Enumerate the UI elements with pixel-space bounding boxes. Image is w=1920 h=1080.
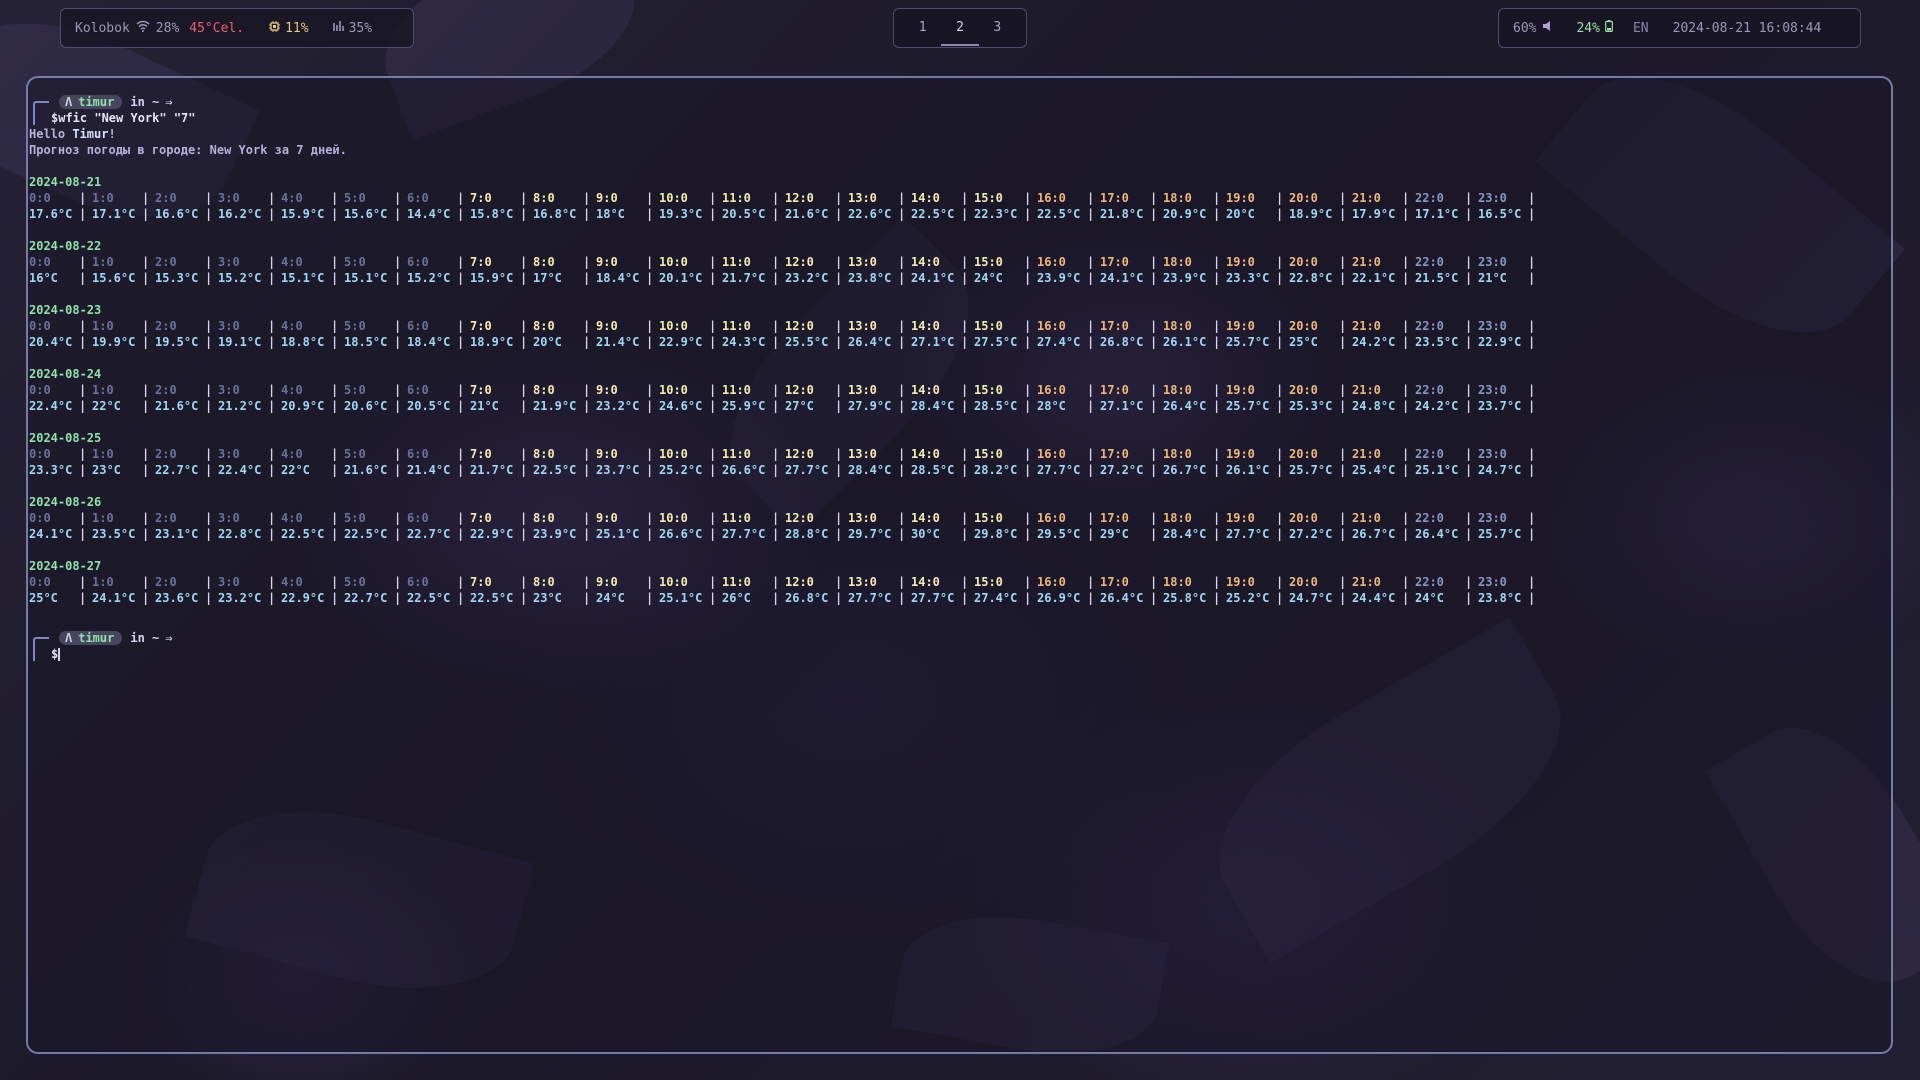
temps-row: 16°C 15.6°C 15.3°C 15.2°C 15.1°C 15.1°C 15.2°C… (29, 270, 1881, 286)
cpu-usage: 11% (268, 20, 309, 37)
forecast-line: Прогноз погоды в городе: New York за 7 д… (29, 143, 347, 157)
speaker-icon (1542, 20, 1554, 36)
command-line: $wfic "New York" "7" (51, 111, 196, 125)
forecast-date: 2024-08-21 (29, 175, 102, 189)
prompt-user: timur (78, 631, 115, 645)
hello-suffix: ! (108, 127, 116, 141)
network-name: Kolobok (75, 20, 130, 36)
battery-status: 24% (1576, 20, 1613, 36)
temps-row: 24.1°C 23.5°C 23.1°C 22.8°C 22.5°C 22.5°C 22.7… (29, 526, 1881, 542)
forecast-day: 2024-08-21 0:0 1:0 2:0 3:0 4:0 5:0 6:0 7:0 8:0 9:0… (29, 174, 1881, 222)
forecast-date: 2024-08-27 (29, 559, 102, 573)
temps-row: 23.3°C 23°C 22.7°C 22.4°C 22°C 21.6°C 21.4°C 21… (29, 462, 1881, 478)
memory-value: 35% (348, 20, 373, 36)
forecast-date: 2024-08-26 (29, 495, 102, 509)
prompt-corner (33, 637, 49, 661)
temps-row: 22.4°C 22°C 21.6°C 21.2°C 20.9°C 20.6°C 20.5°C… (29, 398, 1881, 414)
cpu-icon (268, 20, 281, 37)
hello-line: Hello Timur! (29, 126, 1881, 142)
layout-value: EN (1632, 20, 1649, 36)
status-bar-right: 60% 24% EN 2024-08-21 16:08:44 (1498, 8, 1861, 48)
text-cursor (58, 648, 61, 661)
prompt-directory: in ~ (130, 95, 160, 109)
forecast-day: 2024-08-27 0:0 1:0 2:0 3:0 4:0 5:0 6:0 7:0 8:0 9:0… (29, 558, 1881, 606)
hours-row: 0:0 1:0 2:0 3:0 4:0 5:0 6:0 7:0 8:0 9:0 10:0 11:0 12… (29, 446, 1881, 462)
cpu-temperature: 45°Cel. (189, 21, 244, 36)
prompt-arrow: ⇒ (165, 95, 173, 109)
workspace-1[interactable]: 1 (904, 10, 941, 46)
forecast-day: 2024-08-25 0:0 1:0 2:0 3:0 4:0 5:0 6:0 7:0 8:0 9:0… (29, 430, 1881, 478)
hours-row: 0:0 1:0 2:0 3:0 4:0 5:0 6:0 7:0 8:0 9:0 10:0 11:0 12… (29, 574, 1881, 590)
input-line[interactable]: $ (29, 646, 1881, 662)
status-bar-left: Kolobok 28% 45°Cel. 11% 35% (60, 8, 414, 48)
temps-row: 20.4°C 19.9°C 19.5°C 19.1°C 18.8°C 18.5°C 18.4… (29, 334, 1881, 350)
forecast-date: 2024-08-23 (29, 303, 102, 317)
prompt-line: Λ timur in ~ ⇒ (29, 94, 1881, 125)
forecast-day: 2024-08-24 0:0 1:0 2:0 3:0 4:0 5:0 6:0 7:0 8:0 9:0… (29, 366, 1881, 414)
hours-row: 0:0 1:0 2:0 3:0 4:0 5:0 6:0 7:0 8:0 9:0 10:0 11:0 12… (29, 190, 1881, 206)
memory-usage: 35% (332, 20, 373, 36)
hours-row: 0:0 1:0 2:0 3:0 4:0 5:0 6:0 7:0 8:0 9:0 10:0 11:0 12… (29, 382, 1881, 398)
datetime-value: 2024-08-21 16:08:44 (1672, 20, 1822, 36)
prompt-user-badge: Λ timur (59, 95, 123, 109)
battery-icon (1605, 20, 1613, 36)
forecast-day: 2024-08-22 0:0 1:0 2:0 3:0 4:0 5:0 6:0 7:0 8:0 9:0… (29, 238, 1881, 286)
wifi-strength: 28% (155, 20, 180, 36)
memory-icon (332, 20, 345, 36)
workspace-3[interactable]: 3 (979, 10, 1016, 46)
wifi-icon (136, 20, 150, 36)
forecast-date: 2024-08-25 (29, 431, 102, 445)
prompt-arrow: ⇒ (165, 631, 173, 645)
prompt-line-2: Λ timur in ~ ⇒ (29, 630, 1881, 661)
hours-row: 0:0 1:0 2:0 3:0 4:0 5:0 6:0 7:0 8:0 9:0 10:0 11:0 12… (29, 318, 1881, 334)
battery-value: 24% (1576, 20, 1600, 36)
workspace-switcher: 1 2 3 (893, 8, 1027, 48)
hours-row: 0:0 1:0 2:0 3:0 4:0 5:0 6:0 7:0 8:0 9:0 10:0 11:0 12… (29, 254, 1881, 270)
terminal-window[interactable]: Λ timur in ~ ⇒ $wfic "New York" "7" Hell… (26, 76, 1893, 1054)
forecast-day: 2024-08-23 0:0 1:0 2:0 3:0 4:0 5:0 6:0 7:0 8:0 9:0… (29, 302, 1881, 350)
forecast-table: 2024-08-21 0:0 1:0 2:0 3:0 4:0 5:0 6:0 7:0 8:0 9:0… (29, 174, 1881, 606)
temps-row: 25°C 24.1°C 23.6°C 23.2°C 22.9°C 22.7°C 22.5°C… (29, 590, 1881, 606)
hello-prefix: Hello (29, 127, 73, 141)
prompt-user: timur (78, 95, 115, 109)
network-status[interactable]: Kolobok 28% (75, 20, 179, 36)
volume-value: 60% (1513, 20, 1537, 36)
volume-control[interactable]: 60% (1513, 20, 1554, 36)
hours-row: 0:0 1:0 2:0 3:0 4:0 5:0 6:0 7:0 8:0 9:0 10:0 11:0 12… (29, 510, 1881, 526)
cpu-value: 11% (285, 20, 309, 36)
terminal-output: Λ timur in ~ ⇒ $wfic "New York" "7" Hell… (29, 94, 1881, 662)
prompt-corner (33, 101, 49, 125)
clock[interactable]: 2024-08-21 16:08:44 (1673, 21, 1822, 36)
keyboard-layout[interactable]: EN (1633, 21, 1649, 36)
prompt-user-badge: Λ timur (59, 631, 123, 645)
forecast-date: 2024-08-24 (29, 367, 102, 381)
forecast-date: 2024-08-22 (29, 239, 102, 253)
temperature-value: 45°Cel. (189, 20, 245, 36)
temps-row: 17.6°C 17.1°C 16.6°C 16.2°C 15.9°C 15.6°C 14.4… (29, 206, 1881, 222)
prompt-symbol: Λ (65, 95, 73, 109)
hello-name: Timur (72, 127, 109, 141)
prompt-symbol: Λ (65, 631, 73, 645)
prompt-directory: in ~ (130, 631, 160, 645)
forecast-day: 2024-08-26 0:0 1:0 2:0 3:0 4:0 5:0 6:0 7:0 8:0 9:0… (29, 494, 1881, 542)
workspace-2[interactable]: 2 (941, 10, 979, 46)
